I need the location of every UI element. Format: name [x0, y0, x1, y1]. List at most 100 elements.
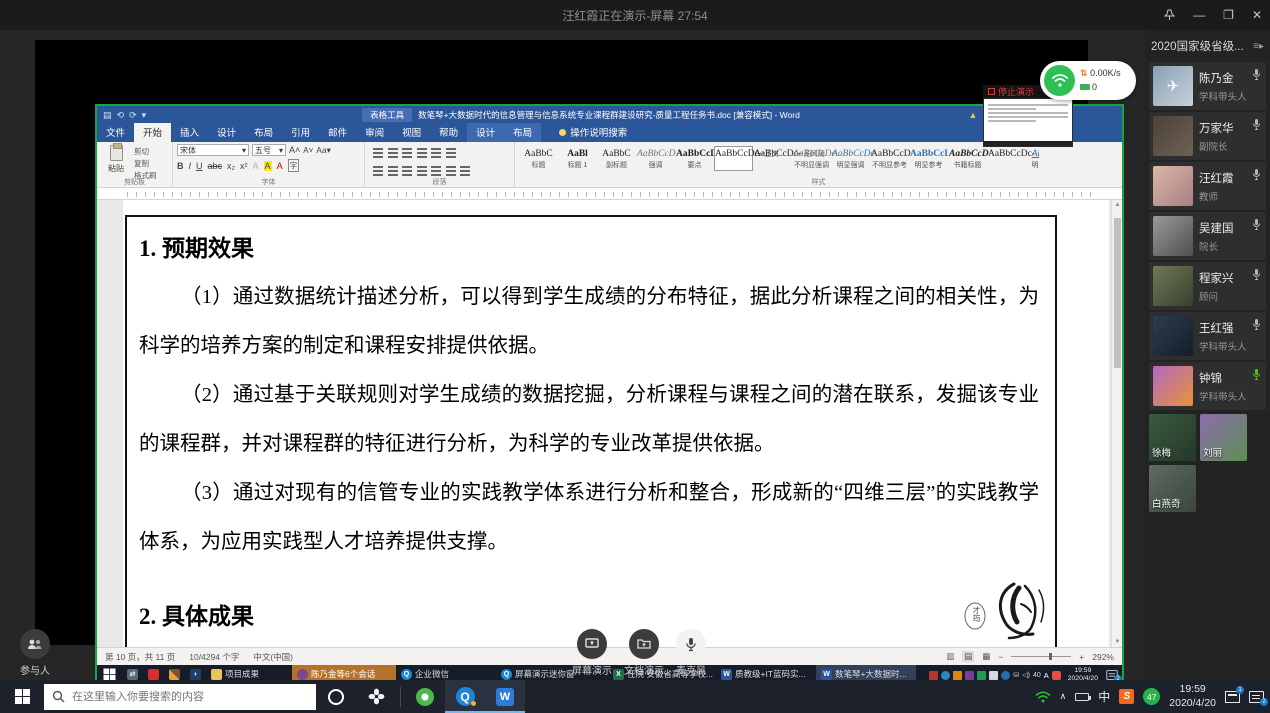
style-item[interactable]: AaBbCcDc明显强调 — [831, 146, 870, 171]
document-page[interactable]: 1. 预期效果 （1）通过数据统计描述分析，可以得到学生成绩的分布特征，据此分析… — [123, 200, 1109, 647]
style-item[interactable]: AaBbCcI明显参考 — [909, 146, 948, 171]
vertical-scrollbar[interactable]: ▲ ▼ — [1111, 200, 1122, 647]
ruler[interactable] — [97, 188, 1122, 200]
align-right-icon[interactable] — [402, 166, 412, 168]
pin-icon[interactable] — [1164, 9, 1175, 21]
grow-font-icon[interactable]: A˄ — [289, 145, 300, 155]
scroll-up-icon[interactable]: ▲ — [1112, 202, 1122, 208]
network-status-pill[interactable]: ⇅ 0.00K/s 0 — [1040, 61, 1136, 100]
borders-icon[interactable] — [460, 166, 470, 168]
tab-review[interactable]: 审阅 — [356, 123, 393, 142]
font-name-select[interactable]: 宋体▾ — [177, 144, 249, 156]
wps-taskbar-button[interactable]: W — [485, 680, 525, 713]
increase-indent-icon[interactable] — [431, 148, 441, 150]
close-button[interactable]: ✕ — [1252, 8, 1262, 22]
style-item[interactable]: AaBbC副标题 — [597, 146, 636, 171]
participant-card[interactable]: 钟锦学科带头人 — [1149, 362, 1266, 410]
style-item[interactable]: AaBbCcD不明显参考 — [870, 146, 909, 171]
zoom-in-icon[interactable]: + — [1079, 652, 1084, 662]
zoom-slider[interactable] — [1011, 656, 1071, 657]
collapse-panel-icon[interactable]: ≡▸ — [1253, 41, 1264, 52]
participant-tile[interactable]: 刘丽 — [1200, 414, 1247, 461]
style-item[interactable]: AaBbC明显引用 — [1026, 146, 1039, 171]
bold-icon[interactable]: B — [177, 161, 184, 171]
mic-muted-icon[interactable] — [1252, 168, 1261, 181]
zoom-out-icon[interactable]: − — [998, 652, 1003, 662]
mic-muted-icon[interactable] — [1252, 268, 1261, 281]
mic-muted-icon[interactable] — [1252, 318, 1261, 331]
style-item-selected[interactable]: AaBbCcDc↵正文 — [714, 146, 753, 171]
sogou-icon[interactable] — [1052, 671, 1061, 680]
start-button[interactable] — [0, 680, 44, 713]
print-layout-icon[interactable]: ▤ — [962, 651, 974, 662]
participant-card[interactable]: 万家华副院长 — [1149, 112, 1266, 160]
battery-tray-icon[interactable] — [1075, 693, 1089, 701]
style-item[interactable]: AaBl标题 1 — [558, 146, 597, 171]
italic-icon[interactable]: I — [189, 161, 192, 171]
tray-icon[interactable] — [929, 671, 938, 680]
multilevel-list-icon[interactable] — [402, 148, 412, 150]
cortana-button[interactable] — [316, 680, 356, 713]
bullets-icon[interactable] — [373, 148, 383, 150]
decrease-indent-icon[interactable] — [417, 148, 427, 150]
tray-icon[interactable] — [953, 671, 962, 680]
shrink-font-icon[interactable]: A˅ — [303, 146, 313, 155]
redo-icon[interactable]: ⟳ — [129, 110, 137, 121]
restore-button[interactable]: ❐ — [1223, 8, 1234, 22]
style-item[interactable]: AaBbCcDc↵无间隔 — [753, 146, 792, 171]
tab-table-design[interactable]: 设计 — [467, 123, 504, 142]
mic-muted-icon[interactable] — [1252, 118, 1261, 131]
participant-card[interactable]: 吴建国院长 — [1149, 212, 1266, 260]
zoom-level[interactable]: 292% — [1092, 652, 1114, 662]
align-left-icon[interactable] — [373, 166, 383, 168]
notification-center-icon[interactable]: 2 — [1249, 691, 1264, 703]
participant-card[interactable]: 汪红霞教师 — [1149, 162, 1266, 210]
tab-table-layout[interactable]: 布局 — [504, 123, 541, 142]
tab-references[interactable]: 引用 — [282, 123, 319, 142]
tab-design[interactable]: 设计 — [208, 123, 245, 142]
highlight-icon[interactable]: A — [264, 161, 272, 171]
volume-icon[interactable]: ◁) — [1022, 671, 1030, 679]
word-count[interactable]: 10/4294 个字 — [189, 651, 239, 663]
mic-muted-icon[interactable] — [1252, 68, 1261, 81]
style-item[interactable]: AaBbCcDc不明显强调 — [792, 146, 831, 171]
superscript-icon[interactable]: x² — [240, 161, 248, 171]
microphone-button[interactable]: 麦克风 — [676, 629, 706, 677]
line-spacing-icon[interactable] — [431, 166, 441, 168]
mic-muted-icon[interactable] — [1252, 218, 1261, 231]
tab-view[interactable]: 视图 — [393, 123, 430, 142]
tab-layout[interactable]: 布局 — [245, 123, 282, 142]
underline-icon[interactable]: U — [196, 161, 203, 171]
justify-icon[interactable] — [417, 166, 427, 168]
lock-icon[interactable] — [989, 671, 998, 680]
scrollbar-thumb[interactable] — [1114, 218, 1121, 368]
font-color-icon[interactable]: A — [277, 161, 283, 171]
tell-me-search[interactable]: 操作说明搜索 — [551, 123, 635, 142]
screen-share-button[interactable]: 屏幕演示 — [572, 629, 612, 677]
wifi-tray-icon[interactable] — [1035, 691, 1051, 703]
browser-button[interactable] — [405, 680, 445, 713]
strikethrough-icon[interactable]: abc — [208, 161, 223, 171]
font-size-select[interactable]: 五号▾ — [252, 144, 286, 156]
health-score-icon[interactable]: 47 — [1143, 688, 1160, 705]
save-icon[interactable]: ▤ — [103, 110, 112, 121]
sogou-icon[interactable]: S — [1119, 689, 1134, 704]
style-item[interactable]: AaBbCcD要点 — [675, 146, 714, 171]
task-view-button[interactable] — [356, 680, 396, 713]
tab-help[interactable]: 帮助 — [430, 123, 467, 142]
style-item[interactable]: AaBbCcD书籍标题 — [948, 146, 987, 171]
participants-button[interactable]: 参与人 — [20, 629, 50, 677]
text-effects-icon[interactable]: A — [253, 161, 259, 171]
style-item[interactable]: AaBbCcDc↵列表段落 — [987, 146, 1026, 171]
read-mode-icon[interactable]: ▥ — [946, 651, 954, 662]
qat-dropdown-icon[interactable]: ▾ — [142, 110, 147, 121]
ime-indicator[interactable]: 中 — [1098, 688, 1110, 705]
subscript-icon[interactable]: x₂ — [227, 161, 235, 171]
sort-icon[interactable] — [446, 148, 456, 150]
participant-tile[interactable]: 白燕奇 — [1149, 465, 1196, 512]
tray-expand-icon[interactable]: ∧ — [1060, 691, 1067, 702]
tray-icon[interactable] — [977, 671, 986, 680]
tab-home[interactable]: 开始 — [134, 123, 171, 142]
presentation-mini-preview[interactable] — [983, 98, 1073, 147]
enclose-char-icon[interactable]: 字 — [288, 159, 300, 172]
